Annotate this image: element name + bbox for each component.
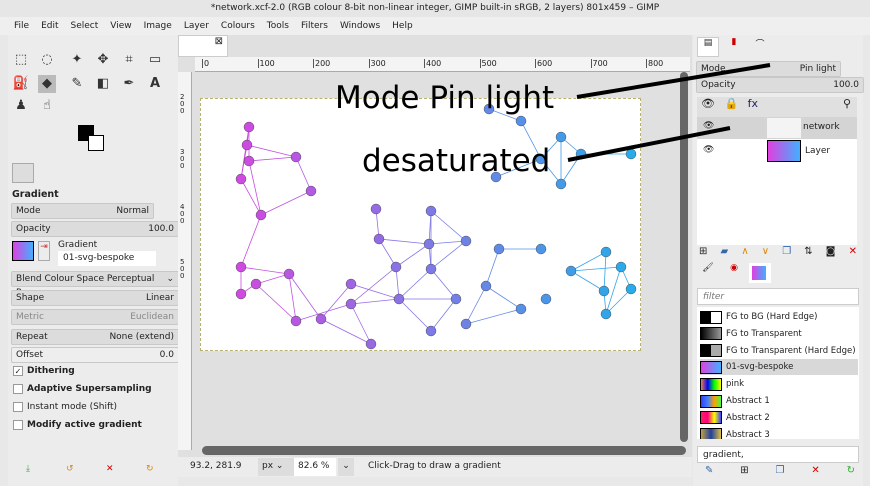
annotation-line-desat <box>567 126 731 162</box>
annotation-mode: Mode Pin light <box>335 80 555 116</box>
annotation-line-mode <box>576 63 771 99</box>
annotation-desaturated: desaturated <box>362 143 551 179</box>
annotation-lines <box>567 63 771 162</box>
